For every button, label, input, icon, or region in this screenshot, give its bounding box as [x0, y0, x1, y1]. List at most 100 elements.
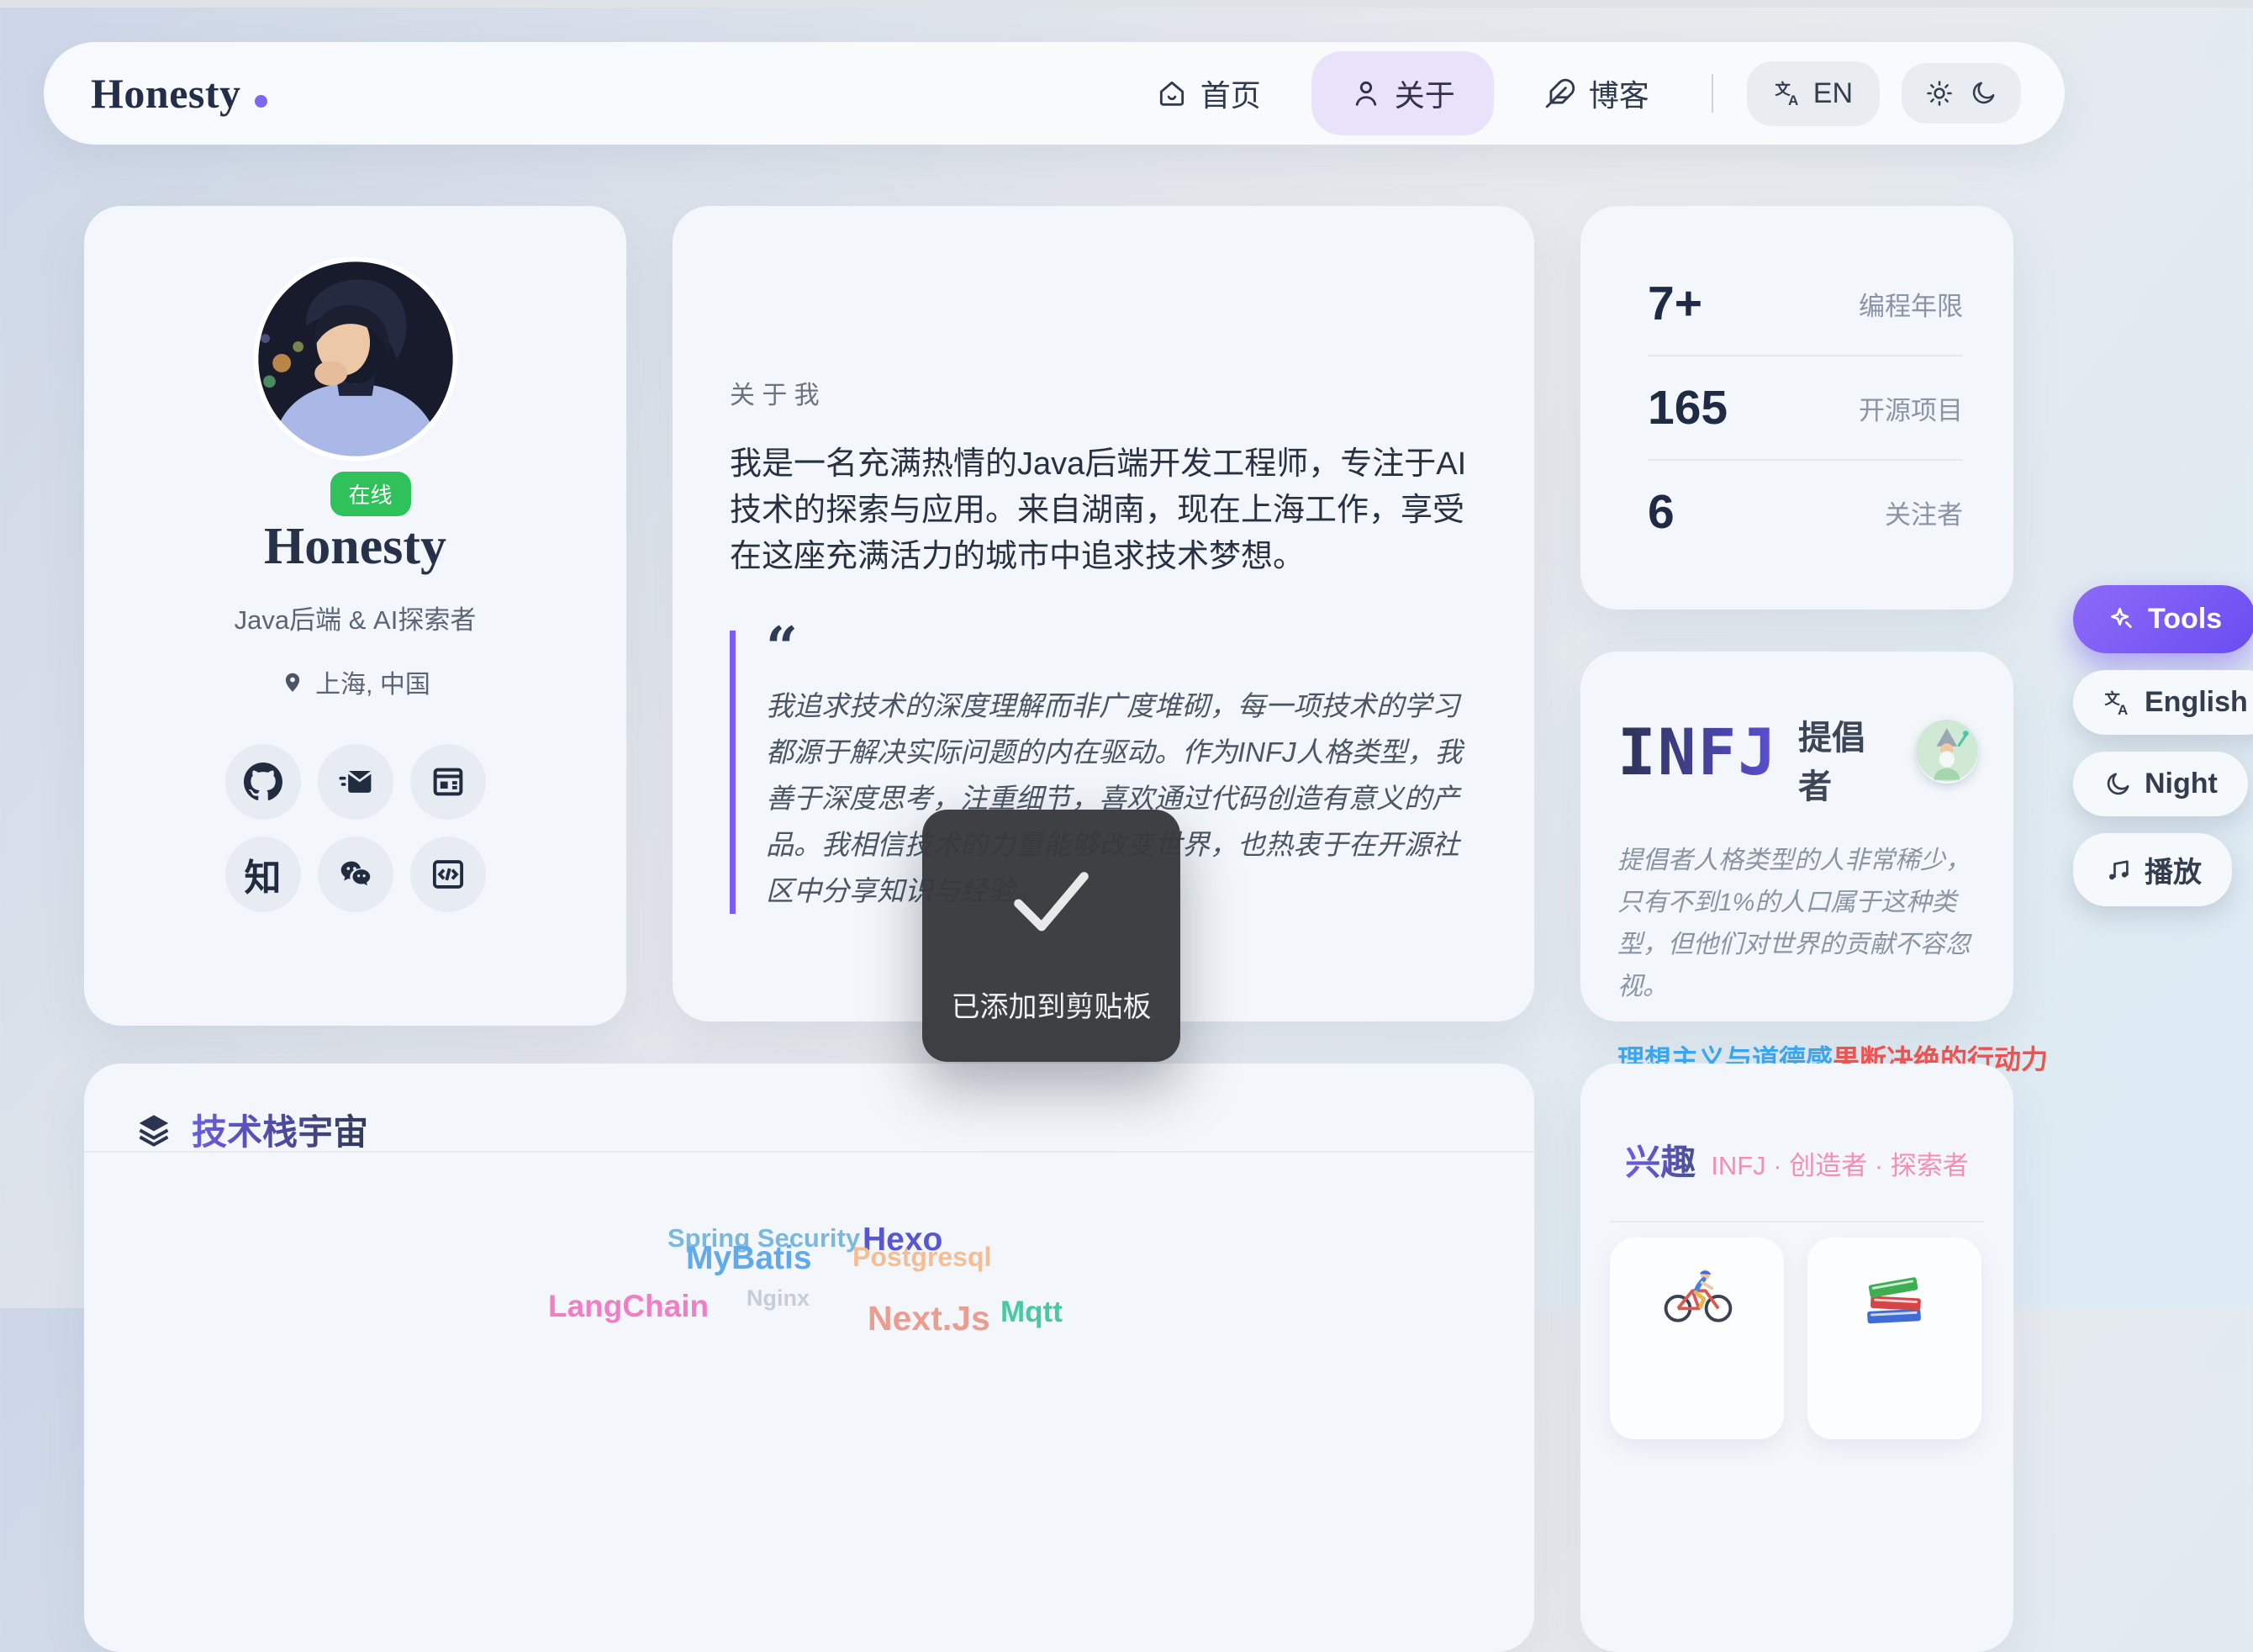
brand-accent-dot: [255, 95, 267, 108]
profile-name: Honesty: [264, 517, 446, 577]
personality-description: 提倡者人格类型的人非常稀少，只有不到1%的人口属于这种类型，但他们对世界的贡献不…: [1617, 840, 1978, 1008]
books-icon: [1855, 1266, 1935, 1325]
nav-item-label: 关于: [1395, 71, 1455, 115]
home-icon: [1156, 77, 1188, 109]
stat-value: 7+: [1648, 276, 1702, 331]
avatar-image: [253, 256, 458, 462]
cyclist-icon: [1657, 1266, 1738, 1325]
feather-icon: [1544, 77, 1576, 109]
stat-label: 编程年限: [1859, 285, 1963, 323]
about-paragraph: 我是一名充满热情的Java后端开发工程师，专注于AI技术的探索与应用。来自湖南，…: [730, 441, 1477, 580]
stat-label: 关注者: [1885, 493, 1963, 531]
interest-tile-books: [1807, 1238, 1981, 1439]
theme-toggle[interactable]: [1902, 63, 2021, 124]
clipboard-toast: 已添加到剪贴板: [922, 810, 1180, 1062]
profile-role: Java后端 & AI探索者: [235, 599, 477, 636]
profile-card: 在线 Honesty Java后端 & AI探索者 上海, 中国 知: [84, 206, 626, 1026]
personality-type: INFJ: [1617, 715, 1778, 789]
moon-icon: [1969, 79, 1997, 108]
play-music-button[interactable]: 播放: [2073, 833, 2232, 906]
avatar: 在线: [253, 256, 458, 462]
wechat-link[interactable]: [318, 837, 393, 912]
blog-link[interactable]: [410, 744, 486, 820]
play-music-label: 播放: [2145, 849, 2202, 890]
stat-label: 开源项目: [1859, 389, 1963, 427]
tech-cloud-word[interactable]: Mqtt: [1000, 1296, 1063, 1329]
github-icon: [244, 763, 282, 801]
wand-sparkle-icon: [2107, 605, 2135, 634]
tech-cloud-word[interactable]: LangChain: [548, 1289, 709, 1324]
stat-row: 165 开源项目: [1648, 356, 1963, 459]
tools-label: Tools: [2148, 603, 2222, 636]
check-icon: [999, 847, 1104, 952]
stat-value: 165: [1648, 380, 1728, 435]
sun-icon: [1925, 79, 1954, 108]
user-icon: [1350, 77, 1382, 109]
floating-toolbar: Tools 文A English Night 播放: [2073, 585, 2253, 906]
night-mode-button[interactable]: Night: [2073, 752, 2248, 816]
toast-message: 已添加到剪贴板: [952, 984, 1152, 1025]
personality-header: INFJ 提倡者: [1617, 695, 1978, 808]
code-link[interactable]: [410, 837, 486, 912]
translate-icon: 文A: [1774, 79, 1802, 108]
nav-item-blog[interactable]: 博客: [1516, 51, 1678, 135]
brand-logo[interactable]: Honesty: [91, 69, 267, 118]
interest-tile-cyclist: [1610, 1238, 1784, 1439]
online-status-badge: 在线: [330, 472, 411, 516]
zhihu-link[interactable]: 知: [225, 837, 301, 912]
quote-mark-icon: “: [766, 631, 1477, 664]
mail-send-icon: [336, 763, 375, 801]
nav-divider: [1712, 74, 1713, 113]
stat-row: 6 关注者: [1648, 461, 1963, 563]
tech-cloud-word[interactable]: MyBatis: [686, 1240, 812, 1277]
navbar: Honesty 首页 关于 博客 文A EN: [44, 42, 2065, 145]
interests-card: 兴趣 INFJ · 创造者 · 探索者: [1580, 1064, 2013, 1652]
tech-stack-card: 技术栈宇宙 Spring SecurityMyBatisHexoPostgres…: [84, 1064, 1534, 1652]
wechat-icon: [336, 855, 375, 894]
stat-value: 6: [1648, 484, 1675, 540]
translate-icon: 文A: [2103, 689, 2132, 717]
language-switch-label: English: [2145, 686, 2248, 719]
personality-card: INFJ 提倡者 提倡者人格类型的人非常稀少，只有不到1%的人口属于这种类型，但…: [1580, 652, 2013, 1021]
nav-item-label: 博客: [1589, 71, 1649, 115]
interests-divider: [1610, 1221, 1984, 1222]
language-label: EN: [1813, 77, 1853, 110]
interests-header: 兴趣 INFJ · 创造者 · 探索者: [1580, 1064, 2013, 1185]
nav-item-about[interactable]: 关于: [1311, 51, 1494, 135]
nav-item-label: 首页: [1200, 71, 1261, 115]
stats-card: 7+ 编程年限 165 开源项目 6 关注者: [1580, 206, 2013, 610]
tech-cloud-word[interactable]: Next.Js: [868, 1299, 990, 1338]
about-section-label: 关 于 我: [730, 374, 1477, 411]
night-mode-label: Night: [2145, 768, 2218, 800]
profile-location: 上海, 中国: [280, 663, 430, 700]
github-link[interactable]: [225, 744, 301, 820]
nav-item-home[interactable]: 首页: [1127, 51, 1290, 135]
stat-row: 7+ 编程年限: [1648, 252, 1963, 355]
tech-cloud-word[interactable]: Nginx: [747, 1285, 810, 1312]
location-pin-icon: [280, 669, 305, 694]
code-icon: [429, 855, 467, 894]
language-switch-button[interactable]: 文A English: [2073, 670, 2253, 735]
newspaper-icon: [429, 763, 467, 801]
svg-text:A: A: [2118, 702, 2128, 717]
svg-text:A: A: [1788, 92, 1798, 108]
wizard-avatar: [1916, 720, 1978, 784]
tools-button[interactable]: Tools: [2073, 585, 2253, 653]
personality-alias: 提倡者: [1798, 710, 1896, 808]
wizard-icon: [1916, 720, 1978, 782]
brand-name: Honesty: [91, 69, 241, 118]
email-link[interactable]: [318, 744, 393, 820]
interests-title: 兴趣: [1625, 1134, 1696, 1185]
social-links: 知: [225, 744, 486, 912]
language-toggle-button[interactable]: 文A EN: [1747, 61, 1880, 126]
interests-subtitle: INFJ · 创造者 · 探索者: [1711, 1144, 1969, 1182]
nav-menu: 首页 关于 博客 文A EN: [1127, 51, 2021, 135]
location-text: 上海, 中国: [315, 663, 430, 700]
stats-list: 7+ 编程年限 165 开源项目 6 关注者: [1648, 252, 1963, 563]
interest-tiles: [1610, 1238, 1981, 1439]
zhihu-icon: 知: [245, 847, 282, 901]
tech-cloud-word[interactable]: Postgresql: [852, 1242, 991, 1273]
tech-cloud: Spring SecurityMyBatisHexoPostgresqlNgin…: [84, 1064, 1534, 1652]
top-edge: [0, 0, 2253, 8]
music-note-icon: [2103, 856, 2132, 884]
